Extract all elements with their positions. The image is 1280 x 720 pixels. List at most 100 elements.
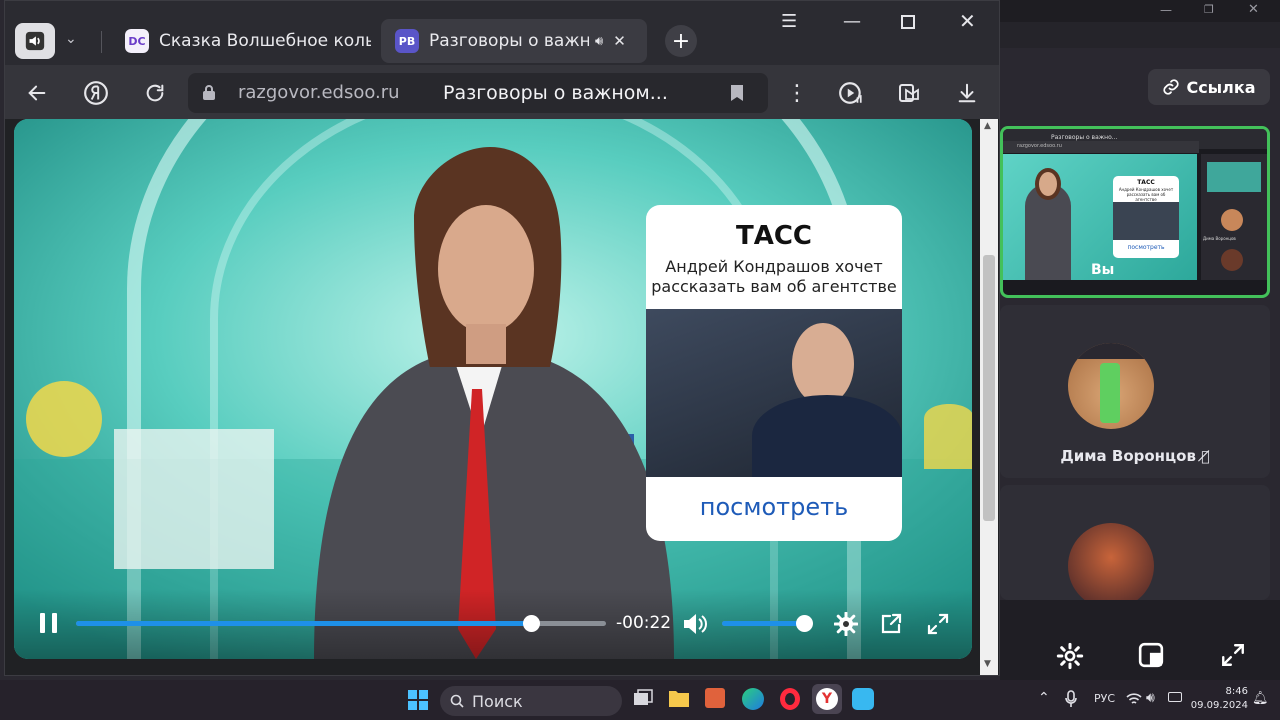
avatar-banner (1074, 343, 1150, 359)
taskbar-search[interactable]: Поиск (440, 686, 622, 716)
self-label: Вы (1091, 262, 1115, 278)
time-remaining: -00:22 (616, 613, 672, 633)
yandex-browser-icon[interactable]: Y (816, 688, 838, 710)
self-video-tile[interactable]: Разговоры о важно... razgovor.edsoo.ru Т… (1000, 126, 1270, 298)
wifi-icon[interactable] (1126, 692, 1142, 706)
mini-card-cta: посмотреть (1127, 244, 1165, 251)
new-tab-button[interactable]: + (665, 25, 697, 57)
search-label: Поиск (472, 691, 523, 711)
mini-url: razgovor.edsoo.ru (1017, 143, 1062, 149)
tab-label: Сказка Волшебное кольцо (159, 31, 371, 51)
pause-icon[interactable] (38, 611, 60, 635)
download-icon[interactable] (951, 77, 983, 109)
task-view-icon[interactable] (632, 688, 654, 710)
layout-icon[interactable] (1138, 642, 1164, 668)
tab-razgovory[interactable]: РВ Разговоры о важном 🔊︎ ✕ (381, 19, 647, 63)
mini-avatar (1221, 209, 1243, 231)
mini-participant: Дима Воронцов (1203, 236, 1236, 241)
url-text: razgovor.edsoo.ru (238, 82, 400, 103)
maximize-icon[interactable]: ❐ (1204, 3, 1214, 16)
clock-time[interactable]: 8:46 (1200, 686, 1248, 697)
tab-skazka[interactable]: DC Сказка Волшебное кольцо (111, 19, 373, 63)
chevron-down-icon[interactable]: ⌄ (65, 31, 77, 47)
card-photo (646, 309, 902, 477)
language-indicator[interactable]: РУС (1094, 692, 1115, 705)
fullscreen-icon[interactable] (926, 612, 950, 636)
clock-date[interactable]: 09.09.2024 (1190, 700, 1248, 711)
conference-strip (1000, 22, 1280, 48)
participant-name: Дима Воронцов (1060, 447, 1196, 465)
sound-icon[interactable]: 🔊︎ (1146, 690, 1155, 706)
chevron-up-icon[interactable]: ⌃ (1038, 690, 1050, 706)
link-label: Ссылка (1186, 77, 1256, 97)
mini-card: ТАСС Андрей Кондрашов хочет рассказать в… (1113, 176, 1179, 258)
collections-icon[interactable] (893, 77, 925, 109)
address-bar[interactable]: razgovor.edsoo.ru Разговоры о важном... (188, 73, 768, 113)
notification-bell-icon[interactable]: 🔔︎ (1252, 691, 1269, 706)
tab-favicon: РВ (395, 29, 419, 53)
page-scrollbar[interactable]: ▲ ▼ (980, 119, 998, 675)
seek-progress (76, 621, 532, 626)
windows-start-icon[interactable] (408, 690, 428, 710)
minimize-icon[interactable]: — (1160, 3, 1172, 17)
search-icon (450, 694, 464, 708)
back-icon[interactable] (21, 77, 53, 109)
scroll-up-icon[interactable]: ▲ (984, 121, 991, 131)
edge-icon[interactable] (742, 688, 764, 710)
volume-slider[interactable] (722, 615, 813, 632)
settings-icon[interactable] (834, 612, 858, 636)
seek-bar[interactable] (76, 615, 606, 632)
mini-toolbar: razgovor.edsoo.ru (1003, 141, 1199, 153)
promo-card[interactable]: ТАСС Андрей Кондрашов хочет рассказать в… (646, 205, 902, 541)
conference-titlebar: — ❐ ✕ (1000, 0, 1280, 22)
lock-icon (202, 84, 216, 101)
scroll-thumb[interactable] (983, 255, 995, 521)
volume-level (722, 621, 804, 626)
link-icon (1162, 78, 1180, 96)
close-icon[interactable]: ✕ (1248, 2, 1259, 17)
microphone-icon[interactable] (1064, 690, 1078, 708)
card-cta[interactable]: посмотреть (646, 493, 902, 521)
battery-icon[interactable] (1168, 692, 1182, 702)
paint-icon[interactable] (705, 688, 725, 708)
more-icon[interactable]: ⋮ (781, 77, 813, 109)
close-icon[interactable]: ✕ (959, 9, 976, 33)
fullscreen-icon[interactable] (1220, 642, 1246, 668)
popout-icon[interactable] (879, 612, 903, 636)
reload-icon[interactable] (139, 77, 171, 109)
sound-button[interactable] (15, 23, 55, 59)
copy-link-button[interactable]: Ссылка (1148, 69, 1270, 105)
settings-icon[interactable] (1056, 642, 1084, 670)
mini-sidebar: Дима Воронцов (1201, 154, 1267, 280)
bookmark-icon[interactable] (730, 84, 744, 102)
tab-audio-icon[interactable]: 🔊︎ (595, 34, 603, 49)
menu-icon[interactable]: ☰ (781, 11, 797, 32)
scroll-down-icon[interactable]: ▼ (984, 659, 991, 669)
mini-video: ТАСС Андрей Кондрашов хочет рассказать в… (1003, 154, 1197, 280)
participant-tile-2[interactable] (1000, 485, 1270, 600)
media-player-icon[interactable] (835, 77, 867, 109)
volume-icon[interactable] (682, 612, 708, 636)
participant-name-row: Дима Воронцов 🎙̸ (1000, 447, 1270, 465)
avatar (1068, 343, 1154, 429)
maximize-icon[interactable] (901, 15, 915, 29)
file-explorer-icon[interactable] (668, 688, 690, 708)
participant-tile[interactable]: Дима Воронцов 🎙̸ (1000, 305, 1270, 478)
messenger-icon[interactable] (852, 688, 874, 710)
yandex-icon[interactable] (80, 77, 112, 109)
tab-favicon: DC (125, 29, 149, 53)
volume-handle[interactable] (795, 615, 813, 632)
mini-tab: Разговоры о важно... (1051, 134, 1118, 141)
close-tab-icon[interactable]: ✕ (613, 32, 626, 50)
opera-icon[interactable] (780, 688, 800, 710)
mini-self-thumb (1207, 162, 1261, 192)
card-photo-face (792, 323, 854, 405)
card-photo-suit (752, 395, 902, 477)
mini-avatar-2 (1221, 249, 1243, 271)
taskbar: Y ⌃ РУС 🔊︎ 8:46 09.09.2024 🔔︎ (0, 680, 1280, 720)
minimize-icon[interactable]: — (843, 11, 861, 32)
mic-off-icon: 🎙̸ (1201, 449, 1210, 465)
video-player[interactable]: C ТАСС Андрей Кондрашов хочет рассказать… (14, 119, 972, 659)
tab-label: Разговоры о важном (429, 31, 589, 51)
mini-card-photo (1113, 202, 1179, 240)
